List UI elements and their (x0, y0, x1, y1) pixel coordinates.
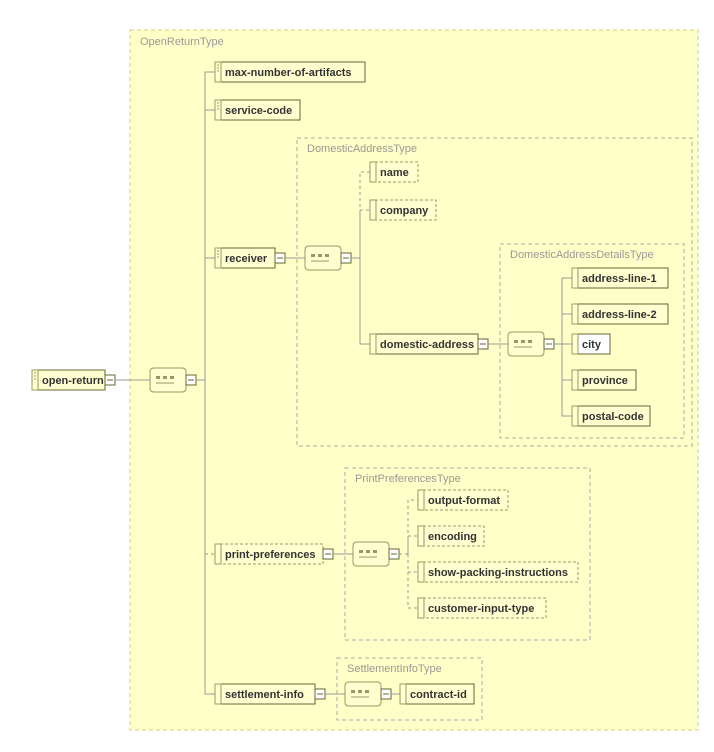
group-label-settlement-info-type: SettlementInfoType (347, 663, 442, 675)
svg-text:receiver: receiver (225, 253, 268, 265)
schema-diagram: OpenReturnType open-return max-number-of (0, 0, 714, 752)
element-print-preferences: print-preferences (215, 544, 333, 564)
svg-text:province: province (582, 375, 628, 387)
svg-text:company: company (380, 205, 429, 217)
element-province: province (572, 370, 636, 390)
group-label-print-preferences-type: PrintPreferencesType (355, 473, 461, 485)
element-encoding: encoding (418, 526, 484, 546)
svg-text:address-line-2: address-line-2 (582, 309, 657, 321)
element-domestic-address: domestic-address (370, 334, 488, 354)
element-open-return: open-return (32, 370, 115, 390)
group-label-open-return-type: OpenReturnType (140, 36, 224, 48)
element-postal-code: postal-code (572, 406, 650, 426)
group-label-domestic-address-details-type: DomesticAddressDetailsType (510, 249, 654, 261)
svg-text:settlement-info: settlement-info (225, 689, 304, 701)
svg-text:print-preferences: print-preferences (225, 549, 315, 561)
element-city: city (572, 334, 610, 354)
svg-text:open-return: open-return (42, 375, 104, 387)
element-receiver: receiver (215, 248, 285, 268)
element-settlement-info: settlement-info (215, 684, 325, 704)
svg-text:name: name (380, 167, 409, 179)
element-address-line-1: address-line-1 (572, 268, 668, 288)
group-label-domestic-address-type: DomesticAddressType (307, 143, 417, 155)
svg-text:show-packing-instructions: show-packing-instructions (428, 567, 568, 579)
svg-text:output-format: output-format (428, 495, 500, 507)
svg-text:domestic-address: domestic-address (380, 339, 474, 351)
svg-text:customer-input-type: customer-input-type (428, 603, 534, 615)
element-company: company (370, 200, 436, 220)
svg-text:contract-id: contract-id (410, 689, 467, 701)
svg-text:encoding: encoding (428, 531, 477, 543)
element-address-line-2: address-line-2 (572, 304, 668, 324)
element-output-format: output-format (418, 490, 508, 510)
element-customer-input-type: customer-input-type (418, 598, 546, 618)
svg-text:postal-code: postal-code (582, 411, 644, 423)
svg-text:max-number-of-artifacts: max-number-of-artifacts (225, 67, 352, 79)
element-contract-id: contract-id (400, 684, 474, 704)
element-service-code: service-code (215, 100, 300, 120)
svg-text:service-code: service-code (225, 105, 292, 117)
svg-text:city: city (582, 339, 602, 351)
element-show-packing-instructions: show-packing-instructions (418, 562, 578, 582)
element-max-number-of-artifacts: max-number-of-artifacts (215, 62, 365, 82)
svg-text:address-line-1: address-line-1 (582, 273, 657, 285)
element-name: name (370, 162, 418, 182)
